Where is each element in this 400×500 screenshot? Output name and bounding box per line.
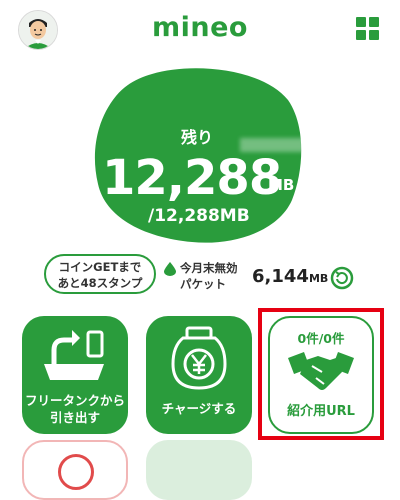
partial-circle-icon xyxy=(58,454,94,490)
packet-number: 6,144 xyxy=(252,266,309,287)
water-drop-icon xyxy=(164,262,176,276)
tile1-line1: フリータンクから xyxy=(24,393,125,408)
charge-button[interactable]: チャージする xyxy=(146,316,252,434)
tile2-label: チャージする xyxy=(161,401,237,416)
packet-line2: パケット xyxy=(180,277,226,291)
coin-line2: あと48スタンプ xyxy=(57,276,143,290)
coin-line1: コインGETまで xyxy=(58,260,142,274)
expiring-packet-info: 今月末無効 パケット xyxy=(164,260,264,294)
partial-tile-middle[interactable] xyxy=(146,440,252,500)
remaining-label: 残り xyxy=(180,128,213,147)
data-remaining-panel: 残り 12,288 MB /12,288MB xyxy=(92,66,330,246)
tile1-line2: 引き出す xyxy=(49,410,100,425)
packet-line1: 今月末無効 xyxy=(180,261,238,275)
packet-unit: MB xyxy=(308,272,329,285)
remaining-unit: MB xyxy=(268,176,295,194)
highlight-box xyxy=(258,308,384,440)
brand-logo: mineo xyxy=(152,12,248,43)
total-capacity: /12,288MB xyxy=(148,206,250,226)
partial-tile-left[interactable] xyxy=(22,440,128,500)
coin-stamp-button[interactable]: コインGETまで あと48スタンプ xyxy=(44,254,156,294)
tank-withdraw-icon xyxy=(44,330,104,380)
remaining-value: 12,288 xyxy=(102,150,282,206)
free-tank-withdraw-button[interactable]: フリータンクから 引き出す xyxy=(22,316,128,434)
yen-charge-icon xyxy=(171,326,227,390)
grid-menu-icon[interactable] xyxy=(356,17,380,41)
packet-value: 6,144MB xyxy=(252,266,328,287)
refresh-icon[interactable] xyxy=(330,266,354,290)
app-header: mineo xyxy=(0,0,400,60)
